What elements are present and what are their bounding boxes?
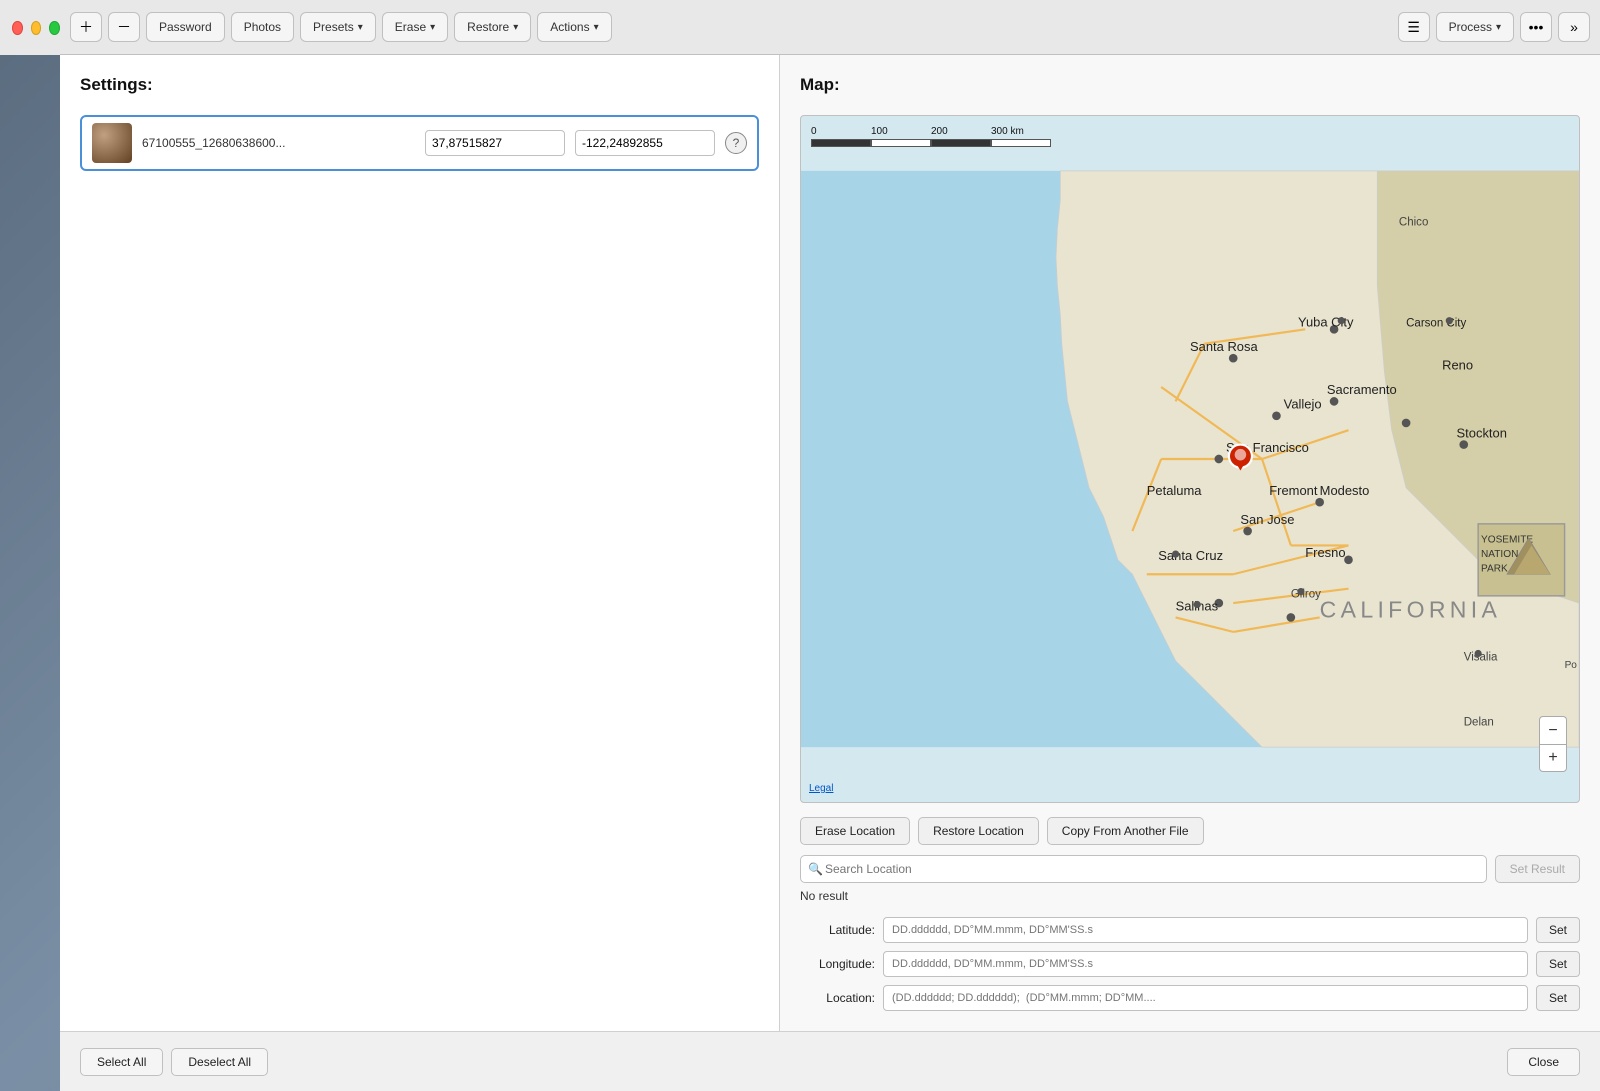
right-panel: Map: — [780, 55, 1600, 1031]
add-button[interactable]: ＋ — [70, 12, 102, 42]
restore-location-button[interactable]: Restore Location — [918, 817, 1039, 845]
location-row: Location: Set — [800, 985, 1580, 1011]
longitude-set-button[interactable]: Set — [1536, 951, 1580, 977]
svg-text:Reno: Reno — [1442, 358, 1473, 373]
location-set-button[interactable]: Set — [1536, 985, 1580, 1011]
scale-100: 100 — [871, 126, 931, 137]
svg-text:Gilroy: Gilroy — [1291, 588, 1321, 600]
restore-button[interactable]: Restore ▾ — [454, 12, 531, 42]
password-button[interactable]: Password — [146, 12, 225, 42]
photo-thumbnail — [92, 123, 132, 163]
copy-from-button[interactable]: Copy From Another File — [1047, 817, 1204, 845]
latitude-field[interactable] — [883, 917, 1528, 943]
svg-text:Vallejo: Vallejo — [1284, 397, 1322, 412]
process-button[interactable]: Process ▾ — [1436, 12, 1514, 42]
map-title: Map: — [800, 75, 1580, 95]
list-view-button[interactable]: ☰ — [1398, 12, 1430, 42]
svg-text:Yuba City: Yuba City — [1298, 314, 1354, 329]
row-help-button[interactable]: ? — [725, 132, 747, 154]
close-button[interactable]: Close — [1507, 1048, 1580, 1076]
deselect-all-button[interactable]: Deselect All — [171, 1048, 268, 1076]
erase-chevron-icon: ▾ — [430, 22, 435, 33]
search-icon: 🔍 — [808, 862, 823, 876]
longitude-field[interactable] — [883, 951, 1528, 977]
scale-seg-3 — [931, 139, 991, 147]
svg-text:Delan: Delan — [1464, 717, 1494, 729]
longitude-label: Longitude: — [800, 957, 875, 971]
traffic-lights — [0, 0, 60, 55]
map-scale: 0 100 200 300 km — [811, 126, 1051, 147]
svg-text:Petaluma: Petaluma — [1147, 483, 1203, 498]
longitude-row: Longitude: Set — [800, 951, 1580, 977]
photos-button[interactable]: Photos — [231, 12, 294, 42]
scale-seg-1 — [811, 139, 871, 147]
svg-text:San Jose: San Jose — [1240, 512, 1294, 527]
minimize-traffic-light[interactable] — [31, 21, 42, 35]
svg-text:Stockton: Stockton — [1457, 425, 1507, 440]
svg-text:Santa Rosa: Santa Rosa — [1190, 339, 1258, 354]
photo-filename: 67100555_12680638600... — [142, 136, 415, 150]
map-container[interactable]: San Francisco Vallejo Sacramento Stockto… — [800, 115, 1580, 803]
svg-text:Fremont: Fremont — [1269, 483, 1318, 498]
svg-text:Sacramento: Sacramento — [1327, 382, 1397, 397]
scale-labels: 0 100 200 300 km — [811, 126, 1051, 137]
process-chevron-icon: ▾ — [1496, 22, 1501, 33]
svg-text:Modesto: Modesto — [1320, 483, 1370, 498]
search-location-input[interactable] — [800, 855, 1487, 883]
expand-button[interactable]: » — [1558, 12, 1590, 42]
map-svg: San Francisco Vallejo Sacramento Stockto… — [801, 116, 1579, 802]
svg-text:Fresno: Fresno — [1305, 545, 1345, 560]
search-row: 🔍 Set Result — [800, 855, 1580, 883]
close-traffic-light[interactable] — [12, 21, 23, 35]
actions-chevron-icon: ▾ — [594, 22, 599, 33]
title-bar: ＋ － Password Photos Presets ▾ Erase ▾ Re… — [60, 0, 1600, 55]
location-field[interactable] — [883, 985, 1528, 1011]
left-panel: Settings: 67100555_12680638600... ? — [60, 55, 780, 1031]
zoom-in-button[interactable]: + — [1539, 744, 1567, 772]
photo-row[interactable]: 67100555_12680638600... ? — [80, 115, 759, 171]
latitude-input[interactable] — [425, 130, 565, 156]
zoom-out-button[interactable]: − — [1539, 716, 1567, 744]
svg-text:PARK: PARK — [1481, 563, 1508, 574]
thumbnail-image — [92, 123, 132, 163]
svg-text:CALIFORNIA: CALIFORNIA — [1320, 596, 1502, 622]
map-legal-link[interactable]: Legal — [809, 783, 833, 794]
erase-button[interactable]: Erase ▾ — [382, 12, 448, 42]
dialog-content: Settings: 67100555_12680638600... ? Map: — [60, 55, 1600, 1031]
erase-location-button[interactable]: Erase Location — [800, 817, 910, 845]
restore-chevron-icon: ▾ — [513, 22, 518, 33]
scale-300: 300 km — [991, 126, 1051, 137]
svg-text:Po: Po — [1565, 660, 1578, 671]
longitude-input[interactable] — [575, 130, 715, 156]
bottom-left: Select All Deselect All — [80, 1048, 1497, 1076]
no-result-text: No result — [800, 889, 1580, 903]
search-input-wrap: 🔍 — [800, 855, 1487, 883]
svg-text:Chico: Chico — [1399, 217, 1428, 229]
set-result-button[interactable]: Set Result — [1495, 855, 1580, 883]
scale-200: 200 — [931, 126, 991, 137]
actions-button[interactable]: Actions ▾ — [537, 12, 611, 42]
dialog: Settings: 67100555_12680638600... ? Map: — [60, 55, 1600, 1091]
scale-0: 0 — [811, 126, 871, 137]
select-all-button[interactable]: Select All — [80, 1048, 163, 1076]
latitude-row: Latitude: Set — [800, 917, 1580, 943]
settings-title: Settings: — [80, 75, 759, 95]
location-label: Location: — [800, 991, 875, 1005]
more-button[interactable]: ••• — [1520, 12, 1552, 42]
coordinate-fields: Latitude: Set Longitude: Set Location: S… — [800, 917, 1580, 1011]
presets-button[interactable]: Presets ▾ — [300, 12, 376, 42]
maximize-traffic-light[interactable] — [49, 21, 60, 35]
latitude-label: Latitude: — [800, 923, 875, 937]
latitude-set-button[interactable]: Set — [1536, 917, 1580, 943]
map-zoom-controls: − + — [1539, 716, 1567, 772]
scale-seg-4 — [991, 139, 1051, 147]
svg-text:Carson City: Carson City — [1406, 317, 1466, 329]
bottom-bar: Select All Deselect All Close — [60, 1031, 1600, 1091]
scale-seg-2 — [871, 139, 931, 147]
scale-bar — [811, 139, 1051, 147]
svg-text:Santa Cruz: Santa Cruz — [1158, 548, 1223, 563]
location-buttons: Erase Location Restore Location Copy Fro… — [800, 817, 1580, 845]
remove-button[interactable]: － — [108, 12, 140, 42]
presets-chevron-icon: ▾ — [358, 22, 363, 33]
